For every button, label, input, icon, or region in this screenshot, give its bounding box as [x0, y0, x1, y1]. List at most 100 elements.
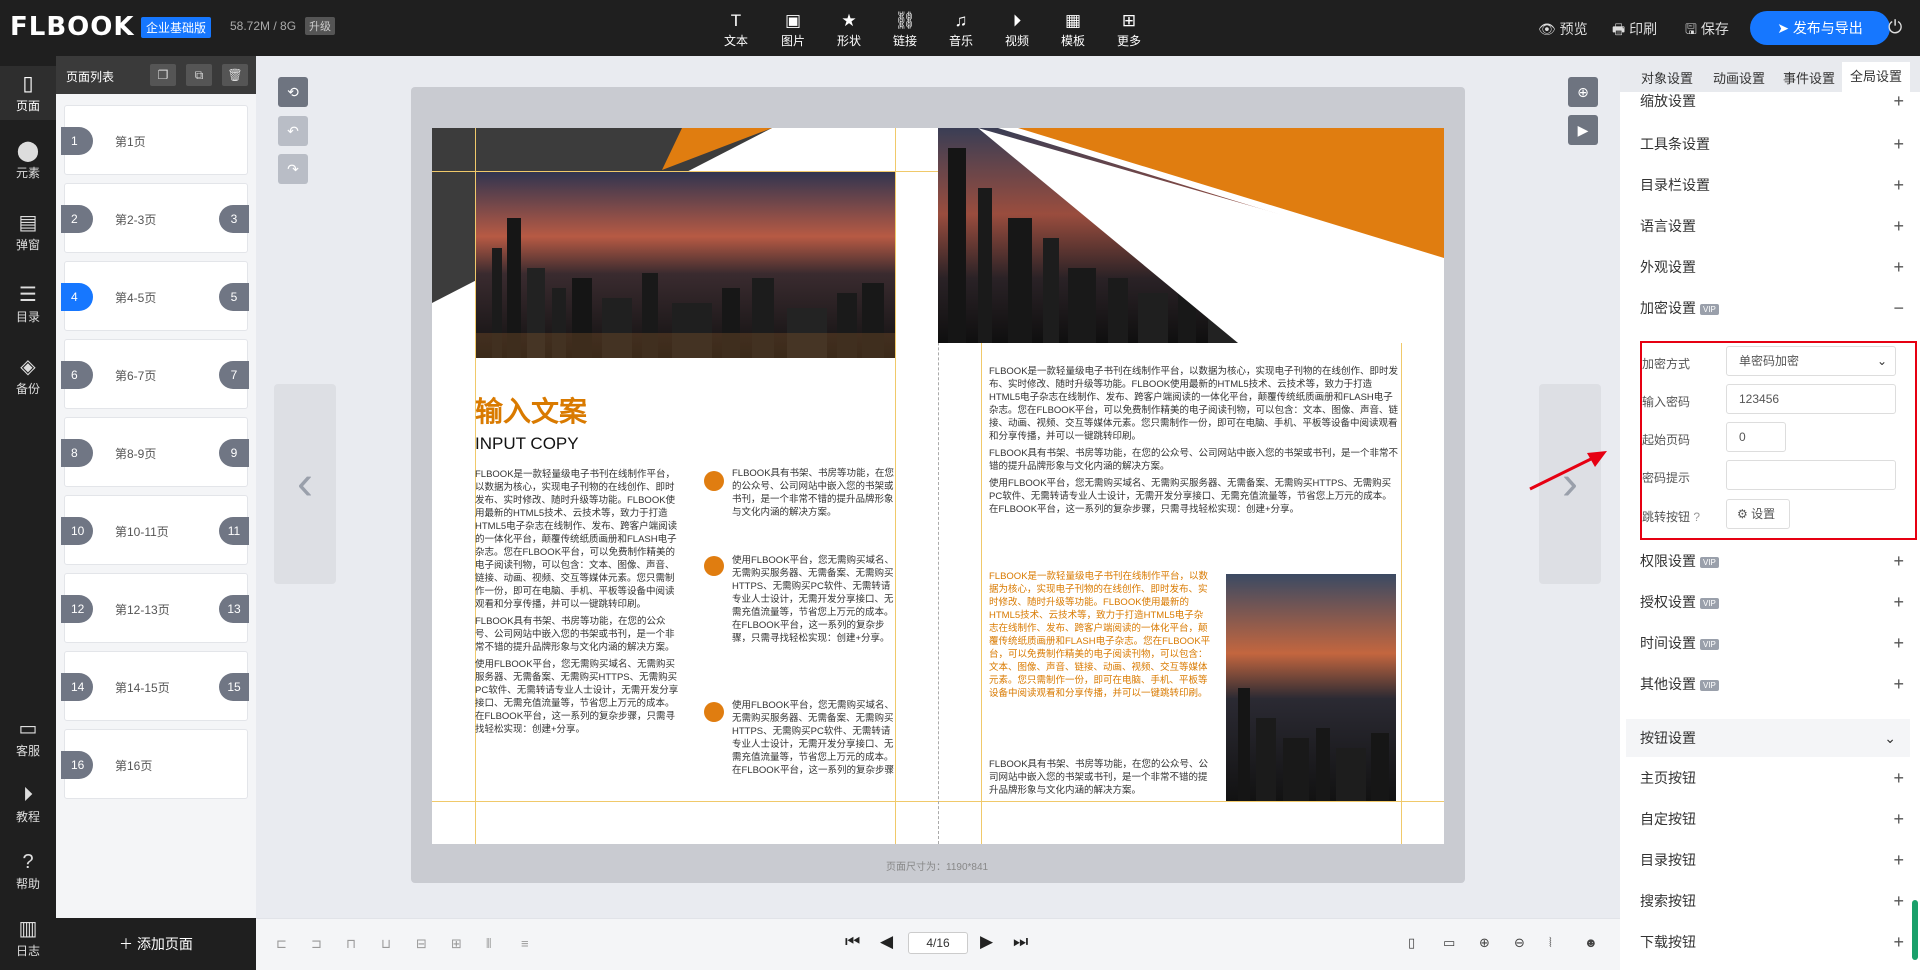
redo-icon[interactable]: ↷ — [278, 154, 308, 184]
row-download-button[interactable]: 下载按钮 + — [1640, 922, 1910, 963]
page-thumb[interactable]: 6 第6-7页 7 — [61, 339, 249, 409]
row-search-button[interactable]: 搜索按钮 + — [1640, 881, 1910, 922]
undo-icon[interactable]: ↶ — [278, 116, 308, 146]
page-thumb[interactable]: 1 第1页 — [61, 105, 248, 175]
history-icon[interactable]: ⟲ — [278, 77, 308, 107]
nav-pages[interactable]: ▯ 页面 — [0, 66, 56, 120]
password-input[interactable]: 123456 — [1726, 384, 1896, 414]
nav-tutorial[interactable]: ⏵ 教程 — [0, 782, 56, 825]
tool-template[interactable]: ▦ 模板 — [1051, 10, 1095, 49]
page-thumb[interactable]: 12 第12-13页 13 — [61, 573, 249, 643]
bullet-text[interactable]: 使用FLBOOK平台，您无需购买域名、无需购买服务器、无需备案、无需购买HTTP… — [732, 554, 895, 672]
title-cn[interactable]: 输入文案 — [475, 390, 587, 430]
bullet-text[interactable]: FLBOOK具有书架、书房等功能，在您的公众号、公司网站中嵌入您的书架或书刊，是… — [732, 467, 895, 529]
save-button[interactable]: 🖫 保存 — [1685, 19, 1729, 43]
last-page-icon[interactable]: ⏭ — [1013, 932, 1028, 952]
row-language[interactable]: 语言设置 + — [1640, 206, 1910, 247]
align-right-icon[interactable]: ⊓ — [346, 936, 356, 952]
jump-label-text: 跳转按钮 — [1642, 510, 1691, 524]
nav-elements[interactable]: ⬤ 元素 — [0, 138, 56, 181]
tab-animation[interactable]: 动画设置 — [1713, 68, 1765, 87]
copy-icon[interactable]: ❐ — [150, 64, 176, 86]
next-page-icon[interactable]: ▶ — [980, 932, 993, 952]
play-preview-icon[interactable]: ▶ — [1568, 115, 1598, 145]
row-toc-button[interactable]: 目录按钮 + — [1640, 840, 1910, 881]
nav-backup[interactable]: ◈ 备份 — [0, 354, 56, 397]
distribute-v-icon[interactable]: ≡ — [521, 936, 529, 951]
tool-shape[interactable]: ★ 形状 — [827, 10, 871, 49]
tool-more[interactable]: ⊞ 更多 — [1107, 10, 1151, 49]
tool-image[interactable]: ▣ 图片 — [771, 10, 815, 49]
duplicate-icon[interactable]: ⧉ — [186, 64, 212, 86]
tool-video[interactable]: ⏵ 视频 — [995, 10, 1039, 49]
publish-button[interactable]: ➤ 发布与导出 — [1750, 11, 1890, 45]
row-toolbar[interactable]: 工具条设置 + — [1640, 124, 1910, 165]
first-page-icon[interactable]: ⏮ — [845, 932, 860, 952]
power-icon[interactable]: ⏻ — [1888, 17, 1902, 38]
user-icon[interactable]: ☻ — [1584, 935, 1598, 950]
tool-text[interactable]: T 文本 — [714, 10, 758, 49]
tool-music[interactable]: ♫ 音乐 — [939, 10, 983, 49]
page-thumb[interactable]: 8 第8-9页 9 — [61, 417, 249, 487]
prev-page-icon[interactable]: ◀ — [880, 932, 893, 952]
nav-support[interactable]: ▭ 客服 — [0, 716, 56, 759]
row-zoom[interactable]: 缩放设置 + — [1640, 88, 1910, 114]
tab-event[interactable]: 事件设置 — [1783, 68, 1835, 87]
zoom-out-icon[interactable]: ⊖ — [1514, 935, 1525, 951]
row-other[interactable]: 其他设置 VIP + — [1640, 664, 1910, 705]
nav-popup[interactable]: ▤ 弹窗 — [0, 210, 56, 253]
upgrade-button[interactable]: 升级 — [305, 17, 335, 35]
align-top-icon[interactable]: ⊔ — [381, 936, 391, 952]
nav-help[interactable]: ? 帮助 — [0, 849, 56, 892]
method-select[interactable]: 单密码加密 ⌄ — [1726, 346, 1896, 376]
distribute-h-icon[interactable]: ⫴ — [486, 936, 491, 952]
orange-text-block[interactable]: FLBOOK是一款轻量级电子书刊在线制作平台，以数据为核心，实现电子刊物的在线创… — [989, 570, 1211, 734]
double-page-icon[interactable]: ▭ — [1443, 935, 1455, 951]
bullet-text[interactable]: 使用FLBOOK平台，您无需购买域名、无需购买服务器、无需备案、无需购买HTTP… — [732, 699, 895, 801]
nav-toc[interactable]: ☰ 目录 — [0, 282, 56, 325]
prev-page-arrow[interactable]: ‹ — [274, 384, 336, 584]
page-thumb-selected[interactable]: 4 第4-5页 5 — [61, 261, 249, 331]
set-button[interactable]: ⚙ 设置 — [1726, 499, 1790, 529]
panel-scrollbar[interactable] — [1912, 900, 1918, 960]
add-page-button[interactable]: ＋ 添加页面 — [56, 918, 256, 970]
row-authorize[interactable]: 授权设置 VIP + — [1640, 582, 1910, 623]
row-permission[interactable]: 权限设置 VIP + — [1640, 541, 1910, 582]
title-en[interactable]: INPUT COPY — [475, 434, 579, 454]
page-thumb[interactable]: 2 第2-3页 3 — [61, 183, 249, 253]
align-bottom-icon[interactable]: ⊞ — [451, 936, 462, 952]
page-thumb[interactable]: 14 第14-15页 15 — [61, 651, 249, 721]
trash-icon[interactable]: 🗑 — [222, 64, 248, 86]
row-home-button[interactable]: 主页按钮 + — [1640, 758, 1910, 799]
right-page-footer-text[interactable]: FLBOOK具有书架、书房等功能，在您的公众号、公司网站中嵌入您的书架或书刊，是… — [989, 758, 1211, 801]
row-appearance[interactable]: 外观设置 + — [1640, 247, 1910, 288]
print-button[interactable]: 🖶 印刷 — [1612, 19, 1657, 43]
page-thumb[interactable]: 16 第16页 — [61, 729, 248, 799]
row-custom-button[interactable]: 自定按钮 + — [1640, 799, 1910, 840]
start-page-input[interactable]: 0 — [1726, 422, 1786, 452]
left-column-text[interactable]: FLBOOK是一款轻量级电子书刊在线制作平台，以数据为核心，实现电子刊物的在线创… — [475, 468, 683, 798]
ruler-icon[interactable]: ⦚ — [1549, 935, 1552, 951]
page-input[interactable]: 4/16 — [908, 932, 968, 954]
nav-log[interactable]: ▥ 日志 — [0, 916, 56, 959]
row-time[interactable]: 时间设置 VIP + — [1640, 623, 1910, 664]
page-thumb[interactable]: 10 第10-11页 11 — [61, 495, 249, 565]
right-page-text[interactable]: FLBOOK是一款轻量级电子书刊在线制作平台，以数据为核心，实现电子刊物的在线创… — [989, 365, 1401, 530]
tool-link[interactable]: ⛓ 链接 — [883, 10, 927, 49]
zoom-in-icon[interactable]: ⊕ — [1479, 935, 1490, 951]
publish-label: 发布与导出 — [1792, 20, 1863, 36]
bullet-dot — [704, 556, 724, 576]
tab-object[interactable]: 对象设置 — [1641, 68, 1693, 87]
tool-label: 模板 — [1060, 34, 1085, 48]
align-center-icon[interactable]: ⊐ — [311, 936, 322, 952]
question-icon[interactable]: ? — [1693, 510, 1700, 524]
single-page-icon[interactable]: ▯ — [1408, 935, 1415, 951]
row-toc[interactable]: 目录栏设置 + — [1640, 165, 1910, 206]
align-middle-icon[interactable]: ⊟ — [416, 936, 427, 952]
button-settings-header[interactable]: 按钮设置 ⌄ — [1626, 719, 1910, 757]
preview-button[interactable]: 👁 预览 — [1538, 19, 1588, 39]
add-page-icon[interactable]: ⊕ — [1568, 77, 1598, 107]
row-encrypt[interactable]: 加密设置 VIP − — [1640, 288, 1910, 329]
align-left-icon[interactable]: ⊏ — [276, 936, 287, 952]
hint-input[interactable] — [1726, 460, 1896, 490]
